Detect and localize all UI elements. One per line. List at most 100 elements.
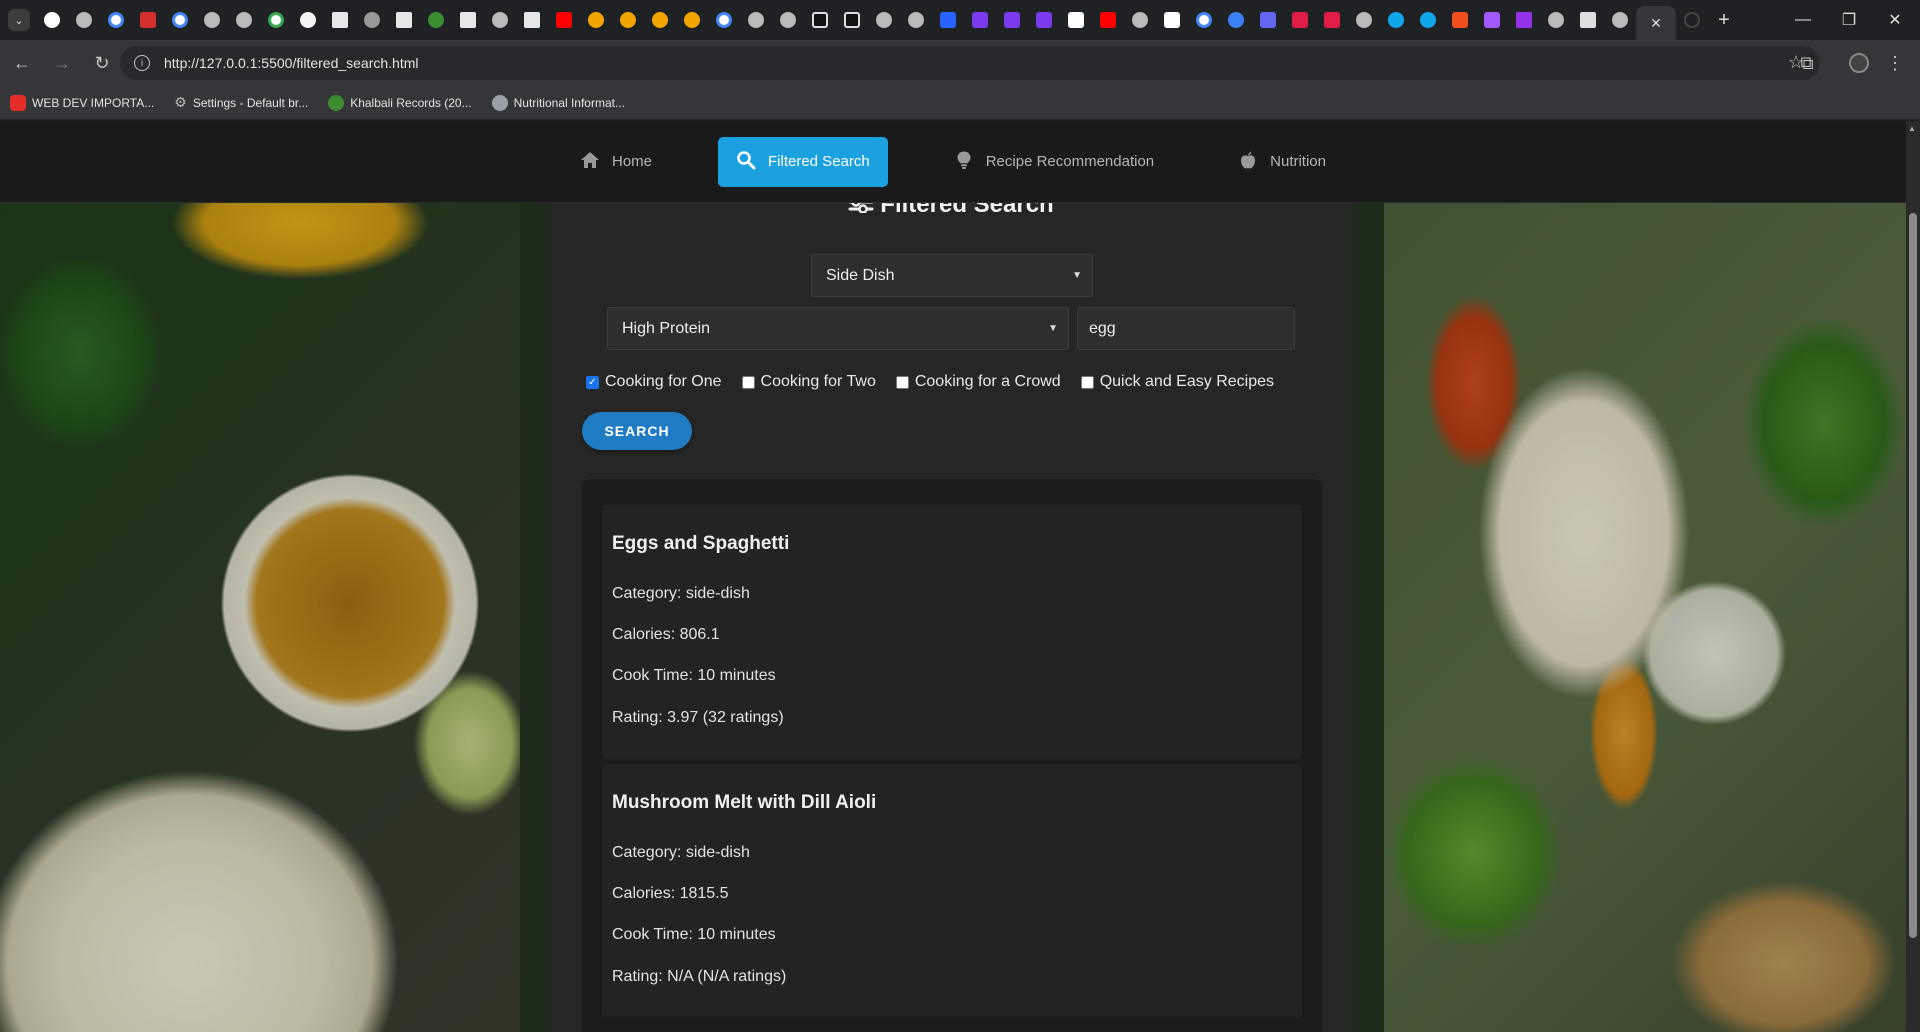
nav-item-nutrition[interactable]: Nutrition bbox=[1220, 137, 1344, 187]
tab-favicon[interactable] bbox=[1284, 0, 1316, 40]
scroll-up-arrow-icon[interactable]: ▲ bbox=[1908, 124, 1916, 133]
bookmark-item[interactable]: Nutritional Informat... bbox=[491, 94, 625, 111]
tab-favicon[interactable] bbox=[580, 0, 612, 40]
chevron-down-icon: ▼ bbox=[1048, 323, 1058, 334]
forward-icon[interactable]: → bbox=[44, 45, 80, 81]
page-scrollbar[interactable]: ▲ bbox=[1906, 121, 1920, 1032]
checkbox-cooking-for-two[interactable]: Cooking for Two bbox=[741, 373, 876, 391]
tab-favicon[interactable] bbox=[164, 0, 196, 40]
tab-favicon[interactable] bbox=[1028, 0, 1060, 40]
recipe-rating: Rating: N/A (N/A ratings) bbox=[612, 968, 787, 985]
tab-favicon[interactable] bbox=[1156, 0, 1188, 40]
new-tab-button[interactable]: + bbox=[1708, 9, 1740, 32]
tab-favicon[interactable] bbox=[132, 0, 164, 40]
checkbox-quick-and-easy[interactable]: Quick and Easy Recipes bbox=[1080, 373, 1274, 391]
tab-favicon[interactable] bbox=[772, 0, 804, 40]
close-window-icon[interactable]: ✕ bbox=[1872, 0, 1918, 40]
tab-favicon[interactable] bbox=[1188, 0, 1220, 40]
restore-window-icon[interactable]: ❐ bbox=[1826, 0, 1872, 40]
tab-favicon[interactable] bbox=[612, 0, 644, 40]
recipe-title[interactable]: Mushroom Melt with Dill Aioli bbox=[612, 792, 876, 814]
tab-favicon[interactable] bbox=[228, 0, 260, 40]
tab-favicon[interactable] bbox=[1572, 0, 1604, 40]
browser-menu-icon[interactable]: ⋮ bbox=[1878, 46, 1912, 80]
tab-favicon[interactable] bbox=[388, 0, 420, 40]
nav-item-filtered-search[interactable]: Filtered Search bbox=[718, 136, 888, 187]
tab-favicon[interactable] bbox=[1508, 0, 1540, 40]
checkbox-unchecked[interactable] bbox=[741, 375, 755, 389]
tab-favicon[interactable] bbox=[548, 0, 580, 40]
tab-favicon[interactable] bbox=[260, 0, 292, 40]
tab-favicon[interactable] bbox=[804, 0, 836, 40]
tab-favicon[interactable] bbox=[676, 0, 708, 40]
diet-select[interactable]: High Protein ▼ bbox=[607, 307, 1069, 350]
bookmark-item[interactable]: WEB DEV IMPORTA... bbox=[10, 94, 154, 111]
bookmark-item[interactable]: ⚙ Settings - Default br... bbox=[174, 94, 308, 111]
nav-item-recipe-recommendation[interactable]: Recipe Recommendation bbox=[936, 137, 1172, 187]
tab-search-menu-icon[interactable]: ⌄ bbox=[8, 9, 30, 31]
tab-favicon[interactable] bbox=[420, 0, 452, 40]
tab-favicon[interactable] bbox=[964, 0, 996, 40]
tab-favicon[interactable] bbox=[836, 0, 868, 40]
tab-favicon[interactable] bbox=[708, 0, 740, 40]
address-bar[interactable]: i http://127.0.0.1:5500/filtered_search.… bbox=[120, 46, 1820, 80]
recipe-title[interactable]: Eggs and Spaghetti bbox=[612, 533, 789, 555]
tab-favicon[interactable] bbox=[1124, 0, 1156, 40]
active-tab[interactable]: ✕ bbox=[1636, 6, 1676, 40]
tab-favicon[interactable] bbox=[1252, 0, 1284, 40]
tab-favicon[interactable] bbox=[484, 0, 516, 40]
tab-favicon[interactable] bbox=[292, 0, 324, 40]
tab-favicon[interactable] bbox=[644, 0, 676, 40]
back-icon[interactable]: ← bbox=[4, 45, 40, 81]
tab-favicon[interactable] bbox=[1092, 0, 1124, 40]
tab-favicon[interactable] bbox=[516, 0, 548, 40]
checkbox-cooking-for-one[interactable]: ✓ Cooking for One bbox=[586, 373, 722, 391]
tab-favicon[interactable] bbox=[868, 0, 900, 40]
tab-favicon[interactable] bbox=[1220, 0, 1252, 40]
tab-favicon[interactable] bbox=[1476, 0, 1508, 40]
recipe-cook-time: Cook Time: 10 minutes bbox=[612, 926, 776, 943]
tab-favicon[interactable] bbox=[196, 0, 228, 40]
tab-favicon[interactable] bbox=[932, 0, 964, 40]
close-tab-icon[interactable]: ✕ bbox=[1650, 15, 1662, 32]
search-button[interactable]: SEARCH bbox=[582, 412, 692, 450]
recipe-cook-time: Cook Time: 10 minutes bbox=[612, 667, 776, 684]
ingredient-input[interactable]: egg bbox=[1077, 307, 1295, 350]
tab-favicon[interactable] bbox=[1540, 0, 1572, 40]
tab-favicon[interactable] bbox=[356, 0, 388, 40]
tab-favicon[interactable] bbox=[900, 0, 932, 40]
scrollbar-thumb[interactable] bbox=[1909, 213, 1917, 938]
tab-favicon[interactable] bbox=[1348, 0, 1380, 40]
tab-favicon[interactable] bbox=[1316, 0, 1348, 40]
tab-favicon[interactable] bbox=[1380, 0, 1412, 40]
tab-favicon[interactable] bbox=[1412, 0, 1444, 40]
checkbox-label: Cooking for One bbox=[605, 373, 722, 390]
tab-favicon[interactable] bbox=[324, 0, 356, 40]
recipe-card[interactable]: Eggs and Spaghetti Category: side-dish C… bbox=[602, 505, 1302, 759]
checkbox-unchecked[interactable] bbox=[1080, 375, 1094, 389]
minimize-window-icon[interactable]: — bbox=[1780, 0, 1826, 40]
tab-favicon[interactable] bbox=[996, 0, 1028, 40]
site-info-icon[interactable]: i bbox=[134, 55, 150, 71]
profile-avatar[interactable] bbox=[1842, 46, 1876, 80]
tab-favicon[interactable] bbox=[68, 0, 100, 40]
category-select[interactable]: Side Dish ▼ bbox=[811, 254, 1093, 297]
bookmarks-bar: WEB DEV IMPORTA... ⚙ Settings - Default … bbox=[0, 86, 1920, 120]
checkbox-checked[interactable]: ✓ bbox=[586, 375, 599, 389]
tab-favicon[interactable] bbox=[740, 0, 772, 40]
tab-favicon[interactable] bbox=[1604, 0, 1636, 40]
tab-favicon[interactable] bbox=[100, 0, 132, 40]
checkbox-cooking-for-a-crowd[interactable]: Cooking for a Crowd bbox=[895, 373, 1061, 391]
bookmark-item[interactable]: Khalbali Records (20... bbox=[328, 94, 472, 111]
tab-favicon[interactable] bbox=[36, 0, 68, 40]
tab-favicon[interactable] bbox=[1060, 0, 1092, 40]
checkbox-unchecked[interactable] bbox=[895, 375, 909, 389]
globe-icon bbox=[491, 94, 508, 111]
recipe-card[interactable]: Mushroom Melt with Dill Aioli Category: … bbox=[602, 764, 1302, 1017]
nav-item-home[interactable]: Home bbox=[562, 137, 670, 187]
loading-tab-favicon[interactable] bbox=[1676, 0, 1708, 40]
extensions-icon[interactable]: ⧉ bbox=[1790, 46, 1824, 80]
tab-favicon[interactable] bbox=[1444, 0, 1476, 40]
tab-favicon[interactable] bbox=[452, 0, 484, 40]
reload-icon[interactable]: ↻ bbox=[84, 45, 120, 81]
